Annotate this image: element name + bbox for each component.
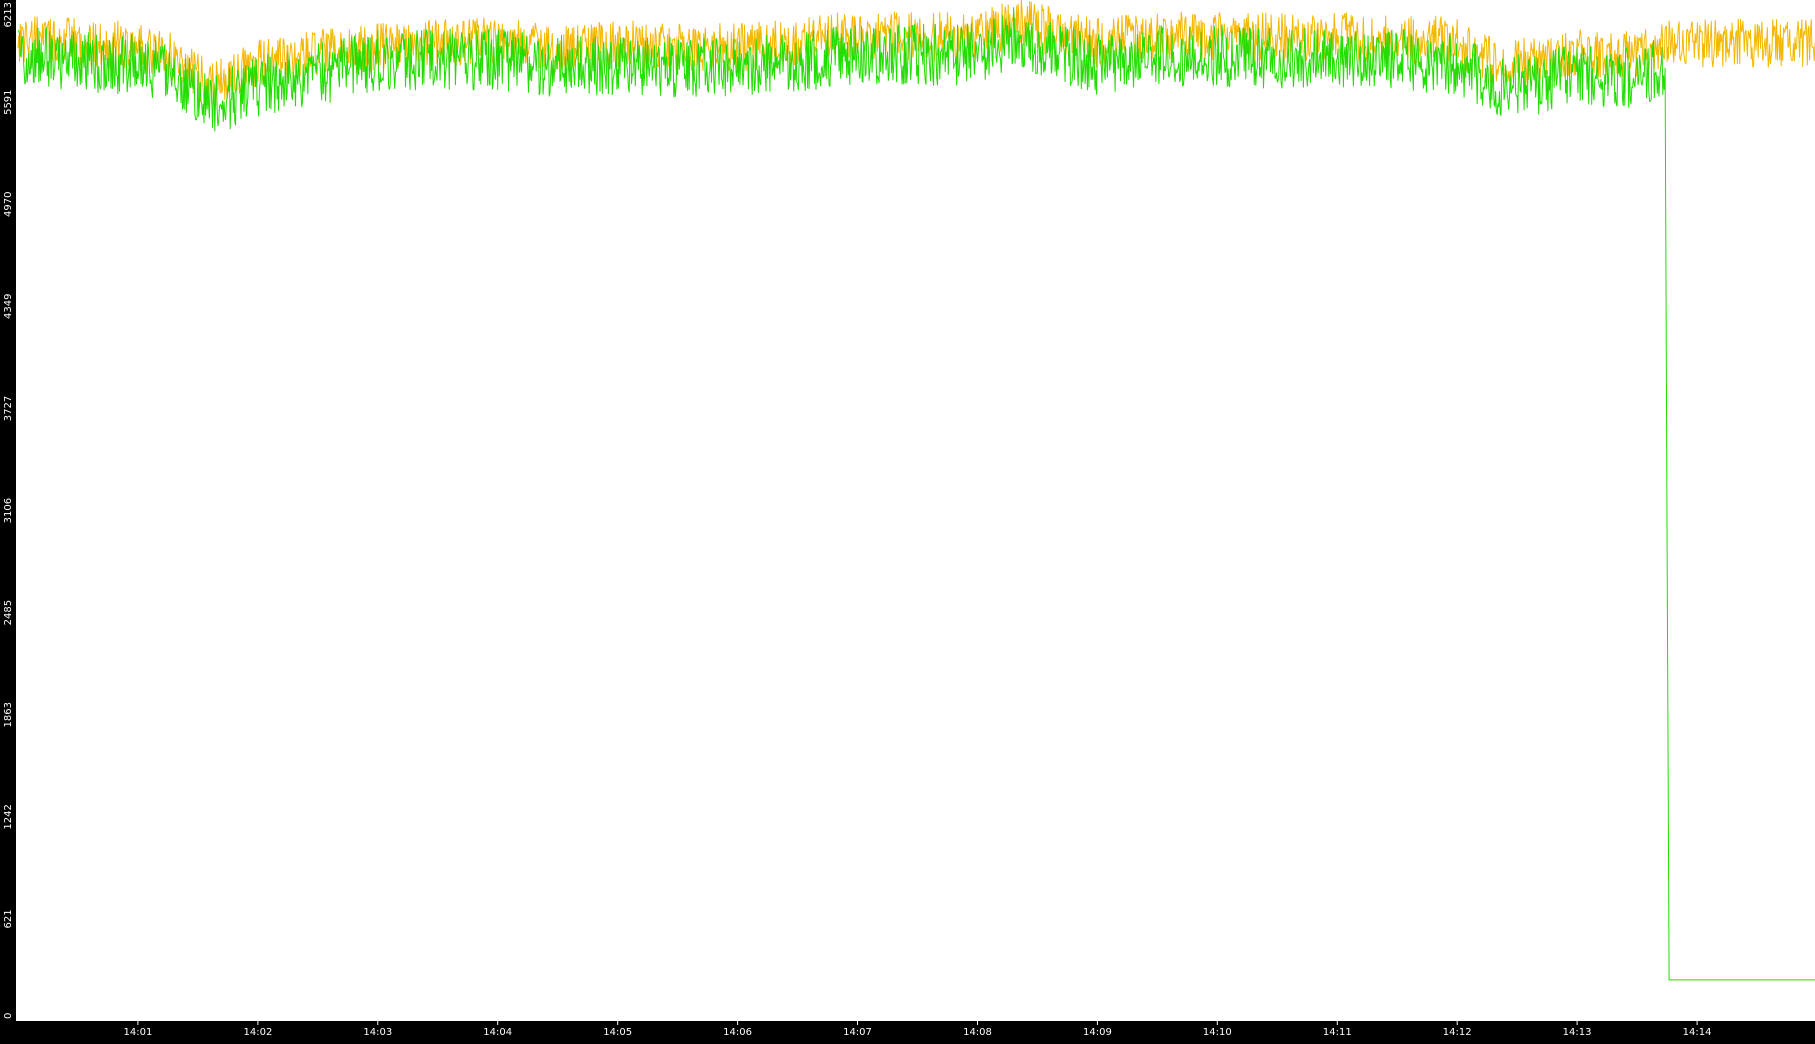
x-tick-label: 14:14 — [1683, 1027, 1712, 1038]
x-tick-label: 14:12 — [1443, 1027, 1472, 1038]
x-tick-label: 14:13 — [1563, 1027, 1592, 1038]
x-tick-label: 14:03 — [363, 1027, 392, 1038]
y-tick-label: 1863 — [3, 702, 14, 727]
y-tick-label: 4349 — [3, 294, 14, 319]
x-axis: 14:01 14:02 14:03 14:04 14:05 14:06 14:07 14:08… — [123, 1021, 1712, 1038]
y-tick-label: 4970 — [3, 192, 14, 217]
x-tick-label: 14:10 — [1203, 1027, 1232, 1038]
y-tick-label: 6213 — [3, 2, 14, 27]
x-tick-label: 14:08 — [963, 1027, 992, 1038]
chart-canvas: 0 621 1242 1863 2485 3106 3727 4349 4970 5591 6213… — [3, 0, 1815, 1038]
y-tick-label: 3727 — [3, 396, 14, 421]
x-tick-label: 14:06 — [723, 1027, 752, 1038]
y-axis: 0 621 1242 1863 2485 3106 3727 4349 4970 5591 6213 — [3, 2, 14, 1019]
y-tick-label: 0 — [3, 1013, 14, 1019]
y-tick-label: 3106 — [3, 498, 14, 523]
y-tick-label: 621 — [3, 909, 14, 928]
x-tick-label: 14:02 — [243, 1027, 272, 1038]
x-tick-label: 14:05 — [603, 1027, 632, 1038]
line-chart: 0 621 1242 1863 2485 3106 3727 4349 4970 5591 6213… — [0, 0, 1815, 1039]
x-tick-label: 14:04 — [483, 1027, 512, 1038]
y-tick-label: 2485 — [3, 600, 14, 625]
plot-area — [16, 0, 1815, 1021]
x-tick-label: 14:07 — [843, 1027, 872, 1038]
x-tick-label: 14:11 — [1323, 1027, 1352, 1038]
y-tick-label: 5591 — [3, 89, 14, 114]
y-tick-label: 1242 — [3, 804, 14, 829]
x-tick-label: 14:09 — [1083, 1027, 1112, 1038]
x-tick-label: 14:01 — [123, 1027, 152, 1038]
